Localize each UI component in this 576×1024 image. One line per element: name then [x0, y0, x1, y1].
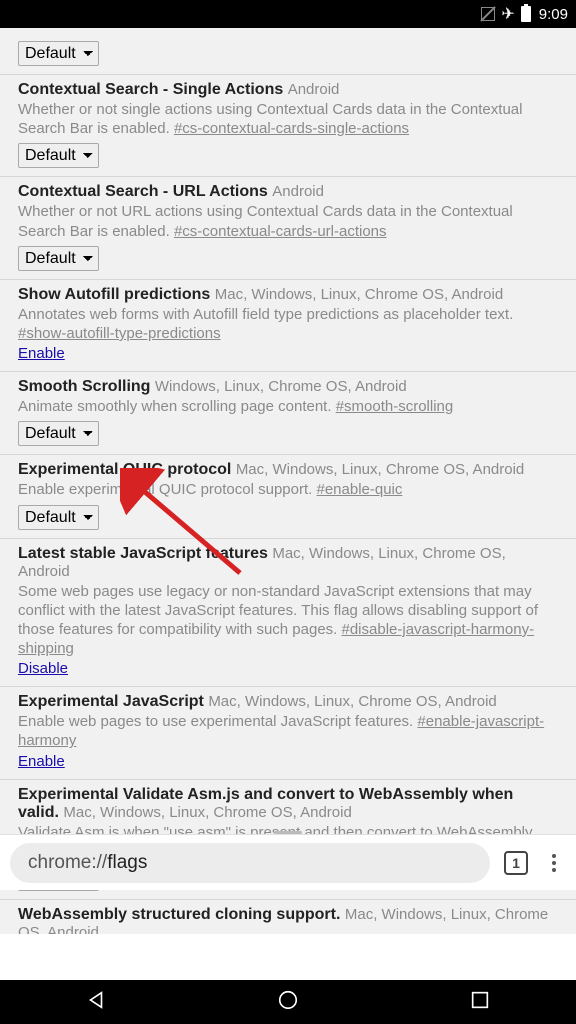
flag-title: Experimental JavaScript — [18, 693, 208, 710]
flag-select[interactable]: Default — [18, 41, 99, 66]
flag-item: Show Autofill predictions Mac, Windows, … — [0, 280, 576, 372]
flag-title: Latest stable JavaScript features — [18, 545, 272, 562]
flag-title: Contextual Search - URL Actions — [18, 183, 272, 200]
flag-hash-link[interactable]: #cs-contextual-cards-single-actions — [174, 120, 409, 137]
flag-platforms: Mac, Windows, Linux, Chrome OS, Android — [208, 693, 496, 710]
url-path: flags — [107, 852, 147, 874]
flag-item: Latest stable JavaScript features Mac, W… — [0, 539, 576, 688]
flag-hash-link[interactable]: #show-autofill-type-predictions — [18, 325, 221, 342]
flag-description: Enable web pages to use experimental Jav… — [18, 712, 558, 750]
enable-link[interactable]: Enable — [18, 753, 65, 770]
status-bar: ✈ 9:09 — [0, 0, 576, 28]
no-sim-icon — [481, 7, 495, 21]
address-bar[interactable]: chrome://flags — [10, 843, 490, 883]
disable-link[interactable]: Disable — [18, 660, 68, 677]
flag-platforms: Android — [288, 81, 340, 98]
flag-hash-link[interactable]: #smooth-scrolling — [336, 398, 454, 415]
clock: 9:09 — [539, 6, 568, 23]
flag-item: WebAssembly structured cloning support. … — [0, 900, 576, 934]
recents-button[interactable] — [469, 989, 491, 1016]
flag-select[interactable]: Default — [18, 143, 99, 168]
flag-platforms: Mac, Windows, Linux, Chrome OS, Android — [63, 804, 351, 821]
flag-title: Contextual Search - Single Actions — [18, 81, 288, 98]
flag-select[interactable]: Default — [18, 421, 99, 446]
drag-handle-icon — [274, 831, 302, 834]
flag-platforms: Windows, Linux, Chrome OS, Android — [155, 378, 407, 395]
url-scheme: chrome:// — [28, 852, 107, 874]
flag-description: Annotates web forms with Autofill field … — [18, 305, 558, 343]
tab-count-label: 1 — [512, 855, 520, 871]
flag-description: Some web pages use legacy or non-standar… — [18, 582, 558, 659]
flag-description: Whether or not single actions using Cont… — [18, 100, 558, 138]
flag-title: Smooth Scrolling — [18, 378, 155, 395]
flag-item: Contextual Search - Single Actions Andro… — [0, 75, 576, 177]
flag-item: Contextual Search - URL Actions Android W… — [0, 177, 576, 279]
flag-item: Default — [0, 28, 576, 75]
flag-item: Smooth Scrolling Windows, Linux, Chrome … — [0, 372, 576, 455]
flag-item: Experimental JavaScript Mac, Windows, Li… — [0, 687, 576, 779]
battery-icon — [521, 6, 531, 22]
flag-title: Show Autofill predictions — [18, 286, 215, 303]
flag-hash-link[interactable]: #cs-contextual-cards-url-actions — [174, 223, 387, 240]
flag-select[interactable]: Default — [18, 505, 99, 530]
flag-title: WebAssembly structured cloning support. — [18, 906, 345, 923]
flag-title: Experimental QUIC protocol — [18, 461, 236, 478]
flag-description: Whether or not URL actions using Context… — [18, 202, 558, 240]
flag-description: Enable experimental QUIC protocol suppor… — [18, 480, 558, 499]
system-nav-bar — [0, 980, 576, 1024]
enable-link[interactable]: Enable — [18, 345, 65, 362]
flag-select[interactable]: Default — [18, 246, 99, 271]
flag-platforms: Mac, Windows, Linux, Chrome OS, Android — [215, 286, 503, 303]
flags-page: DefaultContextual Search - Single Action… — [0, 28, 576, 934]
flag-description: Animate smoothly when scrolling page con… — [18, 397, 558, 416]
home-button[interactable] — [277, 989, 299, 1016]
back-button[interactable] — [85, 989, 107, 1016]
flag-platforms: Android — [272, 183, 324, 200]
flag-platforms: Mac, Windows, Linux, Chrome OS, Android — [236, 461, 524, 478]
overflow-menu-button[interactable] — [542, 854, 566, 872]
browser-toolbar: chrome://flags 1 — [0, 834, 576, 890]
tab-switcher-button[interactable]: 1 — [504, 851, 528, 875]
airplane-mode-icon: ✈ — [501, 4, 514, 24]
flag-item: Experimental QUIC protocol Mac, Windows,… — [0, 455, 576, 538]
flag-hash-link[interactable]: #enable-quic — [316, 481, 402, 498]
